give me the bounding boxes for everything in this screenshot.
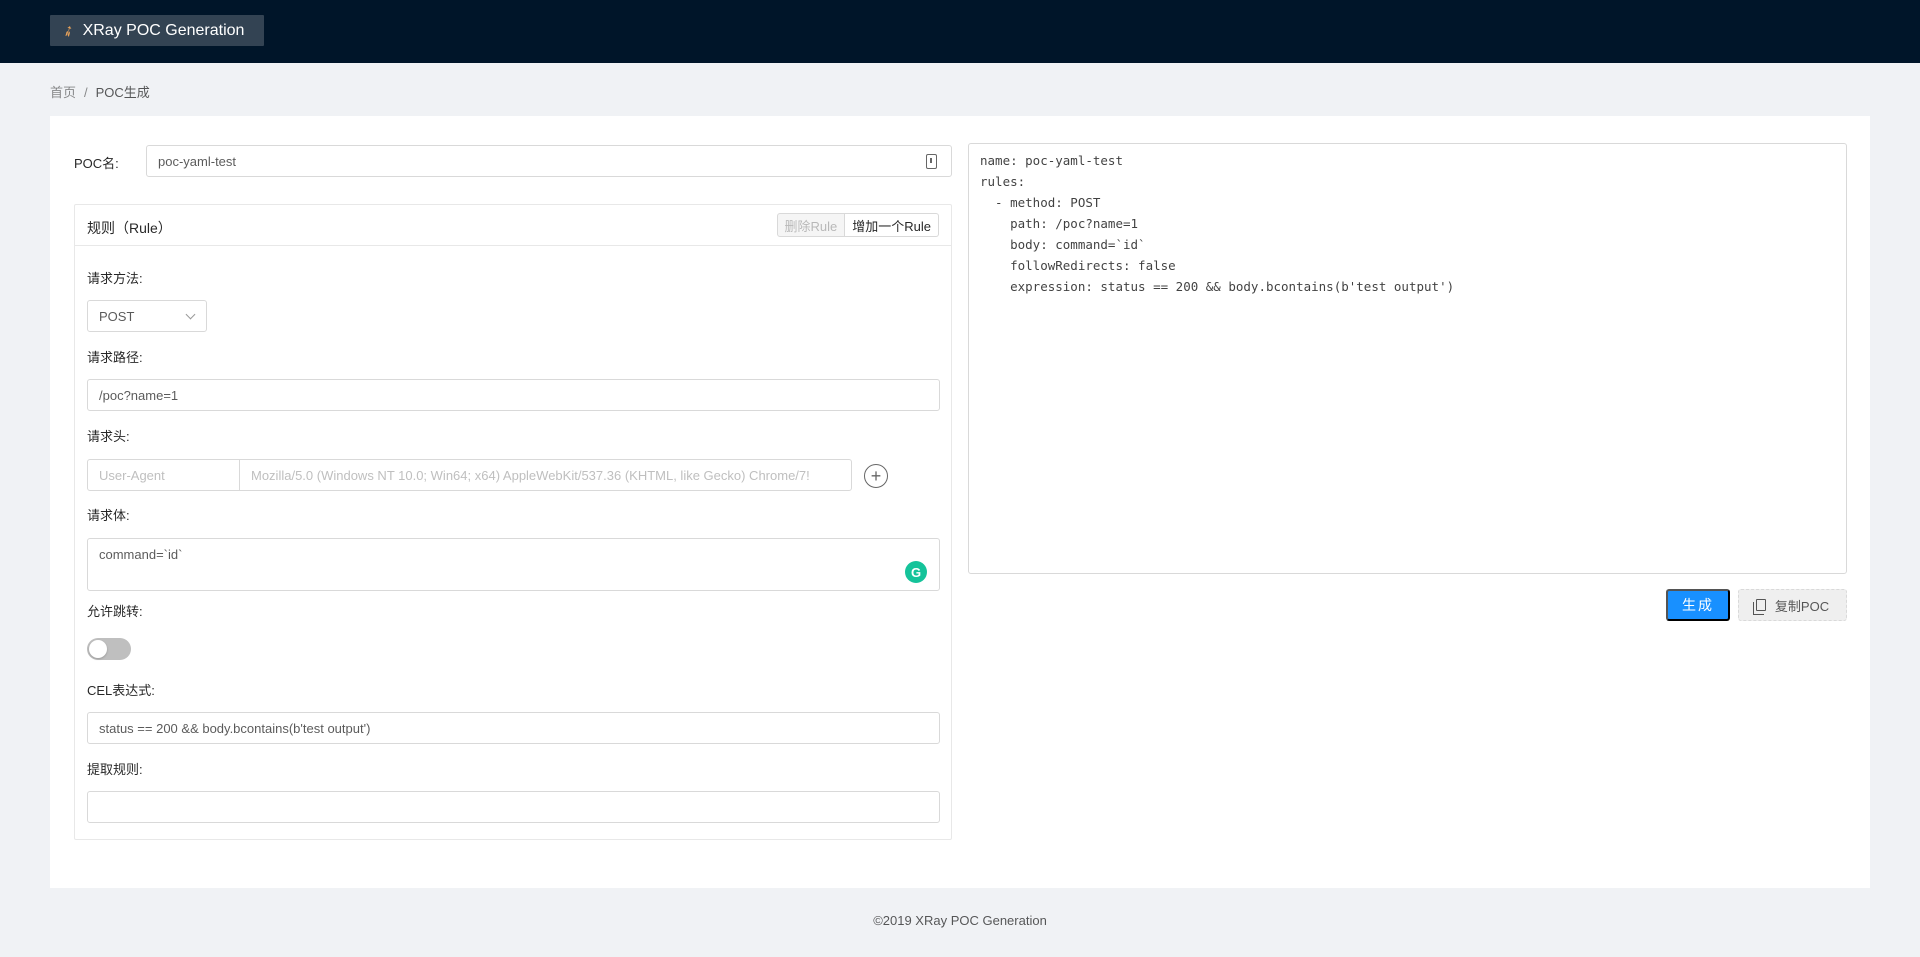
main-content: POC名: poc-yaml-test 规则（Rule） 删除Rule 增加一个…	[50, 116, 1870, 888]
body-label: 请求体:	[87, 508, 130, 523]
follow-redirects-label: 允许跳转:	[87, 604, 143, 619]
follow-redirects-switch[interactable]	[87, 638, 131, 660]
poc-name-label: POC名:	[74, 156, 119, 171]
footer: ©2019 XRay POC Generation	[0, 913, 1920, 928]
header-key-placeholder: User-Agent	[99, 467, 165, 483]
expression-label: CEL表达式:	[87, 683, 155, 698]
clipboard-icon	[926, 154, 937, 169]
body-value: command=`id`	[99, 547, 183, 562]
grammarly-icon[interactable]: G	[905, 561, 927, 583]
app-title: XRay POC Generation	[82, 21, 245, 39]
header-key-input[interactable]: User-Agent	[87, 459, 240, 491]
add-header-icon[interactable]: +	[864, 464, 888, 488]
delete-rule-button[interactable]: 删除Rule	[776, 213, 846, 237]
headers-label: 请求头:	[87, 429, 130, 444]
switch-knob	[89, 640, 107, 658]
generate-button-label: 生成	[1682, 597, 1714, 613]
rule-card: 规则（Rule） 删除Rule 增加一个Rule 请求方法: POST 请求路径…	[74, 204, 952, 840]
expression-input[interactable]: status == 200 && body.bcontains(b'test o…	[87, 712, 940, 744]
rule-button-group: 删除Rule 增加一个Rule	[776, 213, 939, 237]
header-value-placeholder: Mozilla/5.0 (Windows NT 10.0; Win64; x64…	[251, 467, 810, 483]
method-select[interactable]: POST	[87, 300, 207, 332]
breadcrumb-separator: /	[84, 85, 88, 100]
breadcrumb-current: POC生成	[95, 85, 150, 100]
header-value-input[interactable]: Mozilla/5.0 (Windows NT 10.0; Win64; x64…	[239, 459, 852, 491]
generate-button[interactable]: 生成	[1666, 589, 1730, 621]
rocket-icon: ➶	[58, 20, 79, 42]
poc-name-input[interactable]: poc-yaml-test	[146, 145, 952, 177]
path-value: /poc?name=1	[99, 387, 179, 403]
rule-card-title: 规则（Rule）	[87, 220, 172, 236]
breadcrumb-home[interactable]: 首页	[50, 85, 76, 100]
search-label: 提取规则:	[87, 762, 143, 777]
footer-text: ©2019 XRay POC Generation	[873, 913, 1047, 928]
app-logo[interactable]: ➶ XRay POC Generation	[50, 15, 264, 46]
expression-value: status == 200 && body.bcontains(b'test o…	[99, 720, 371, 736]
breadcrumb: 首页 / POC生成	[50, 82, 150, 101]
yaml-output[interactable]: name: poc-yaml-test rules: - method: POS…	[968, 143, 1847, 574]
search-input[interactable]	[87, 791, 940, 823]
add-rule-button[interactable]: 增加一个Rule	[845, 213, 939, 237]
rule-card-header: 规则（Rule） 删除Rule 增加一个Rule	[75, 205, 951, 246]
copy-poc-button[interactable]: 复制POC	[1738, 589, 1847, 621]
poc-name-value: poc-yaml-test	[158, 153, 237, 169]
body-textarea[interactable]: command=`id`	[87, 538, 940, 591]
path-label: 请求路径:	[87, 350, 143, 365]
method-label: 请求方法:	[87, 271, 143, 286]
chevron-down-icon	[185, 309, 196, 320]
path-input[interactable]: /poc?name=1	[87, 379, 940, 411]
method-value: POST	[99, 308, 135, 324]
top-header: ➶ XRay POC Generation	[0, 0, 1920, 63]
copy-icon	[1752, 599, 1766, 615]
copy-poc-label: 复制POC	[1774, 598, 1830, 614]
poc-name-row: POC名: poc-yaml-test	[74, 145, 952, 177]
